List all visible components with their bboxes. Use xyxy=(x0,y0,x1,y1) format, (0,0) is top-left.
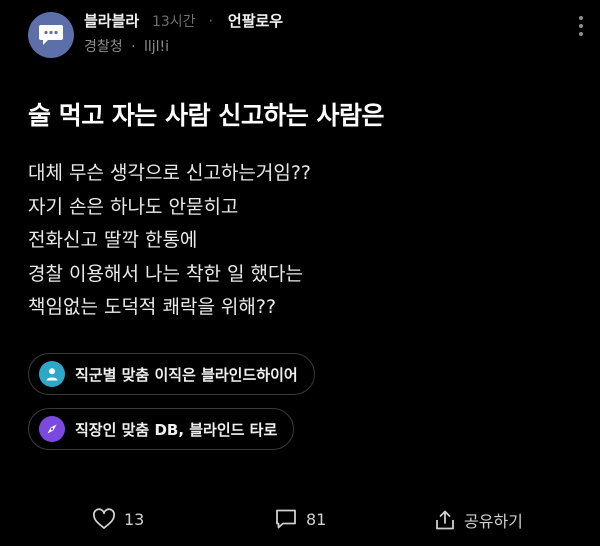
like-count: 13 xyxy=(124,509,145,529)
compass-icon xyxy=(39,416,65,442)
author-name[interactable]: 블라블라 xyxy=(84,12,139,30)
post-body: 대체 무슨 생각으로 신고하는거임?? 자기 손은 하나도 안묻히고 전화신고 … xyxy=(28,157,311,325)
like-button[interactable]: 13 xyxy=(92,508,144,530)
body-line: 책임없는 도덕적 쾌락을 위해?? xyxy=(28,296,277,318)
unfollow-button[interactable]: 언팔로우 xyxy=(228,12,283,30)
company-line: 경찰청 · lljl!i xyxy=(84,36,169,56)
heart-icon xyxy=(93,508,115,529)
body-line: 자기 손은 하나도 안묻히고 xyxy=(28,195,239,218)
company-name[interactable]: 경찰청 xyxy=(84,39,123,55)
post-header: 블라블라 13시간 · 언팔로우 경찰청 · lljl!i xyxy=(28,10,588,60)
comment-count: 81 xyxy=(306,509,327,529)
more-vertical-icon[interactable] xyxy=(578,16,584,36)
body-line: 대체 무슨 생각으로 신고하는거임?? xyxy=(28,162,312,184)
promo-chip-blind-tarot[interactable]: 직장인 맞춤 DB, 블라인드 타로 xyxy=(28,408,295,450)
share-icon xyxy=(436,510,454,530)
person-icon xyxy=(39,361,65,387)
share-label: 공유하기 xyxy=(464,512,523,531)
promo-label: 직장인 맞춤 DB, 블라인드 타로 xyxy=(75,420,278,439)
avatar[interactable] xyxy=(28,12,74,58)
separator-dot: · xyxy=(208,12,214,30)
post-title: 술 먹고 자는 사람 신고하는 사람은 xyxy=(28,101,385,130)
author-line: 블라블라 13시간 · 언팔로우 xyxy=(84,10,283,31)
share-button[interactable]: 공유하기 xyxy=(434,508,523,532)
author-nickname: lljl!i xyxy=(144,39,170,55)
body-line: 경찰 이용해서 나는 착한 일 했다는 xyxy=(28,262,303,285)
body-line: 전화신고 딸깍 한통에 xyxy=(28,229,198,251)
company-separator: · xyxy=(131,39,136,55)
promo-chip-blind-hire[interactable]: 직군별 맞춤 이직은 블라인드하이어 xyxy=(28,353,315,395)
post-time: 13시간 xyxy=(151,14,196,30)
comment-icon xyxy=(276,509,296,529)
promo-label: 직군별 맞춤 이직은 블라인드하이어 xyxy=(75,365,298,384)
comment-button[interactable]: 81 xyxy=(274,508,326,530)
chat-bubble-icon xyxy=(39,25,63,45)
